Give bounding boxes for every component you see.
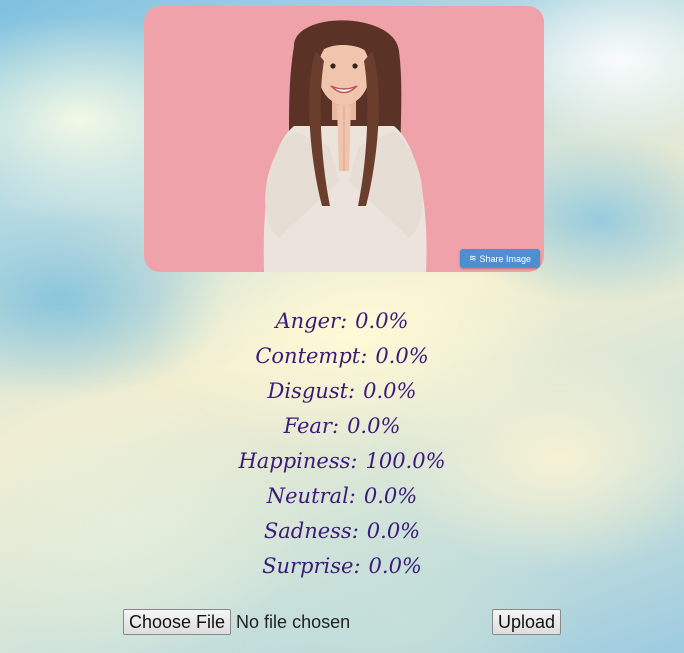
- emotion-value: 0.0%: [366, 519, 421, 543]
- emotion-value: 0.0%: [355, 309, 409, 333]
- emotion-surprise: Surprise: 0.0%: [262, 554, 422, 578]
- emotion-value: 0.0%: [375, 344, 429, 368]
- emotion-sadness: Sadness: 0.0%: [263, 519, 421, 543]
- emotion-label: Anger: [275, 309, 341, 333]
- upload-button[interactable]: Upload: [492, 609, 562, 635]
- emotion-value: 0.0%: [368, 554, 422, 578]
- emotion-label: Sadness: [263, 519, 352, 543]
- emotion-contempt: Contempt: 0.0%: [255, 344, 429, 368]
- file-status-text: No file chosen: [236, 611, 351, 632]
- person-photo: [263, 20, 427, 272]
- choose-file-button[interactable]: Choose File: [123, 609, 232, 635]
- emotion-value: 0.0%: [347, 414, 401, 438]
- emotion-results: Anger: 0.0% Contempt: 0.0% Disgust: 0.0% Fe…: [0, 304, 684, 584]
- emotion-anger: Anger: 0.0%: [275, 309, 409, 333]
- emotion-label: Surprise: [262, 554, 354, 578]
- emotion-value: 0.0%: [363, 379, 417, 403]
- emotion-fear: Fear: 0.0%: [283, 414, 401, 438]
- emotion-label: Disgust: [267, 379, 349, 403]
- file-picker: Choose File No file chosen: [123, 609, 350, 635]
- uploaded-photo: ≋ Share Image: [144, 6, 544, 272]
- share-image-label: Share Image: [479, 253, 532, 264]
- emotion-label: Happiness: [238, 449, 351, 473]
- emotion-value: 100.0%: [365, 449, 446, 473]
- emotion-label: Neutral: [266, 484, 349, 508]
- emotion-label: Contempt: [255, 344, 361, 368]
- emotion-neutral: Neutral: 0.0%: [266, 484, 418, 508]
- layers-icon: ≋: [468, 253, 477, 263]
- emotion-label: Fear: [283, 414, 332, 438]
- emotion-value: 0.0%: [363, 484, 418, 508]
- emotion-happiness: Happiness: 100.0%: [238, 449, 446, 473]
- share-image-button[interactable]: ≋ Share Image: [460, 249, 540, 268]
- emotion-disgust: Disgust: 0.0%: [267, 379, 417, 403]
